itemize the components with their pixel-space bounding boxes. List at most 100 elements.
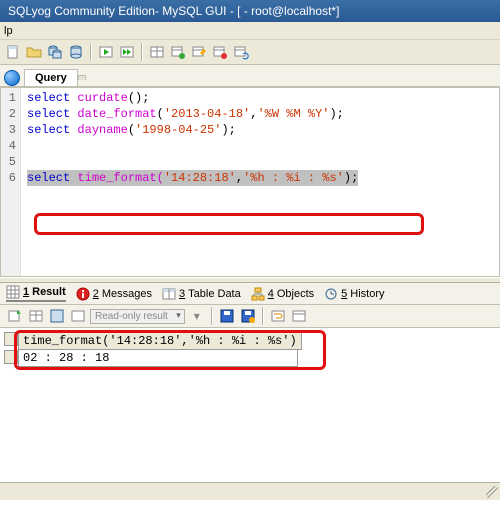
readonly-label: Read-only result — [95, 311, 168, 322]
status-bar — [0, 482, 500, 500]
tab-query-label: Query — [35, 72, 67, 84]
punct: ); — [329, 107, 343, 121]
punct: (); — [128, 91, 150, 105]
grid-icon — [6, 285, 20, 299]
table-del-icon[interactable] — [211, 43, 229, 61]
execute-all-icon[interactable] — [118, 43, 136, 61]
code-line: select date_format('2013-04-18','%W %M %… — [27, 106, 493, 122]
tab-label: Table Data — [188, 288, 241, 300]
punct: ( — [128, 123, 135, 137]
tab-number: 1 — [23, 286, 29, 298]
save-grid-icon[interactable] — [218, 307, 236, 325]
tab-number: 2 — [93, 288, 99, 300]
result-tabbar: 1 Result 2 Messages 3 Table Data 4 Objec… — [0, 283, 500, 305]
punct: ); — [344, 171, 358, 185]
tab-objects[interactable]: 4 Objects — [251, 287, 314, 301]
result-toolbar: Read-only result ▾ — [0, 305, 500, 328]
window-title: SQLyog Community Edition- MySQL GUI - [ … — [8, 4, 339, 18]
kw: select — [27, 107, 70, 121]
tab-blank[interactable] — [78, 75, 86, 80]
toolbar-separator — [262, 307, 264, 325]
filter-icon[interactable] — [290, 307, 308, 325]
code-line: select curdate(); — [27, 90, 493, 106]
column-header[interactable]: time_format('14:28:18','%h : %i : %s') — [18, 332, 302, 350]
execute-icon[interactable] — [97, 43, 115, 61]
table-icon[interactable] — [148, 43, 166, 61]
line-number: 3 — [1, 122, 16, 138]
menu-help[interactable]: lp — [4, 25, 13, 37]
tab-tabledata[interactable]: 3 Table Data — [162, 287, 241, 301]
toolbar-separator — [90, 43, 92, 61]
str: '14:28:18' — [164, 171, 236, 185]
row-selector[interactable] — [4, 350, 18, 364]
window-titlebar: SQLyog Community Edition- MySQL GUI - [ … — [0, 0, 500, 22]
punct: , — [236, 171, 243, 185]
fn: time_format( — [70, 171, 164, 185]
punct: ); — [221, 123, 235, 137]
line-number: 1 — [1, 90, 16, 106]
result-grid[interactable]: time_format('14:28:18','%h : %i : %s') 0… — [4, 332, 496, 367]
resize-grip-icon[interactable] — [486, 486, 498, 498]
objects-icon — [251, 287, 265, 301]
chevron-down-icon[interactable]: ▾ — [188, 307, 206, 325]
str: '%W %M %Y' — [257, 107, 329, 121]
editor-tabbar: Query — [0, 65, 500, 87]
content-area: Query 1 2 3 4 5 6 select curdate(); sele… — [0, 65, 500, 277]
wrap-icon[interactable] — [269, 307, 287, 325]
str: '2013-04-18' — [164, 107, 250, 121]
copy-db-icon[interactable] — [46, 43, 64, 61]
tab-number: 5 — [341, 288, 347, 300]
tab-number: 3 — [179, 288, 185, 300]
line-number: 6 — [1, 170, 16, 186]
table-add-icon[interactable] — [169, 43, 187, 61]
tab-number: 4 — [268, 288, 274, 300]
readonly-dropdown[interactable]: Read-only result — [90, 309, 185, 324]
connection-icon[interactable] — [4, 70, 20, 86]
row-selector-header[interactable] — [4, 332, 18, 346]
kw: select — [27, 91, 70, 105]
tabledata-icon — [162, 287, 176, 301]
table-refresh-icon[interactable] — [232, 43, 250, 61]
tab-history[interactable]: 5 History — [324, 287, 384, 301]
grid-refresh-icon[interactable] — [69, 307, 87, 325]
cell-value[interactable]: 02 : 28 : 18 — [18, 350, 298, 367]
line-gutter: 1 2 3 4 5 6 — [1, 88, 21, 276]
fn: date_format — [70, 107, 156, 121]
str: '1998-04-25' — [135, 123, 221, 137]
saveas-icon[interactable] — [239, 307, 257, 325]
grid-export-icon[interactable] — [27, 307, 45, 325]
code-line — [27, 138, 493, 154]
kw: select — [27, 123, 70, 137]
tab-label: Objects — [277, 288, 314, 300]
tab-messages[interactable]: 2 Messages — [76, 287, 152, 301]
grid-save-icon[interactable] — [48, 307, 66, 325]
tab-label: History — [350, 288, 384, 300]
db-icon[interactable] — [67, 43, 85, 61]
line-number: 2 — [1, 106, 16, 122]
str: '%h : %i : %s' — [243, 171, 344, 185]
new-query-icon[interactable] — [4, 43, 22, 61]
line-number: 4 — [1, 138, 16, 154]
menu-bar[interactable]: lp — [0, 22, 500, 40]
fn: curdate — [70, 91, 128, 105]
fn: dayname — [70, 123, 128, 137]
export-icon[interactable] — [6, 307, 24, 325]
history-icon — [324, 287, 338, 301]
tab-label: Result — [32, 286, 66, 298]
main-toolbar — [0, 40, 500, 65]
code-line — [27, 154, 493, 170]
tab-label: Messages — [102, 288, 152, 300]
toolbar-separator — [211, 307, 213, 325]
new-folder-icon[interactable] — [25, 43, 43, 61]
result-grid-area: time_format('14:28:18','%h : %i : %s') 0… — [0, 328, 500, 508]
code-line-selected: select time_format('14:28:18','%h : %i :… — [27, 170, 493, 186]
tab-query[interactable]: Query — [24, 69, 78, 86]
kw: select — [27, 171, 70, 185]
sql-editor[interactable]: 1 2 3 4 5 6 select curdate(); select dat… — [0, 87, 500, 277]
table-edit-icon[interactable] — [190, 43, 208, 61]
tab-result[interactable]: 1 Result — [6, 285, 66, 302]
code-area[interactable]: select curdate(); select date_format('20… — [21, 88, 499, 276]
info-icon — [76, 287, 90, 301]
line-number: 5 — [1, 154, 16, 170]
code-line: select dayname('1998-04-25'); — [27, 122, 493, 138]
